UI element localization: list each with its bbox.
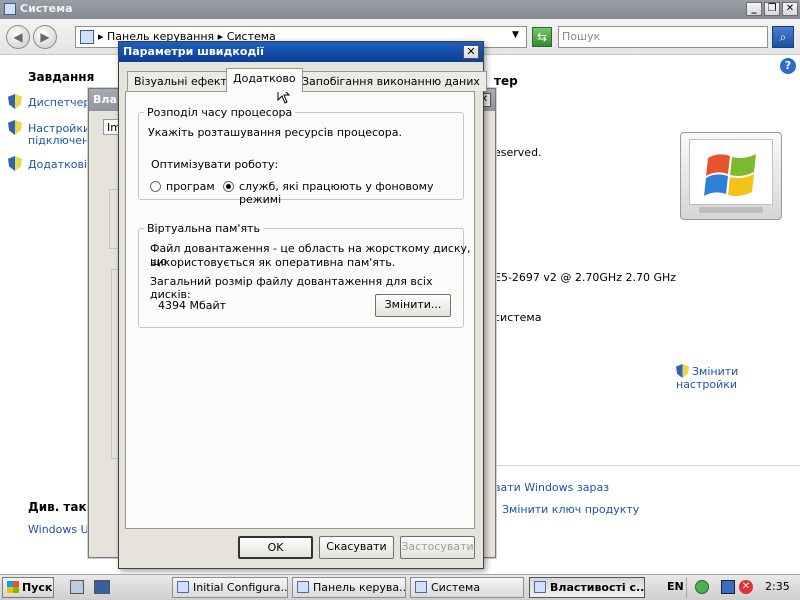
services-radio-label[interactable]: служб, які працюють у фоновому режимі: [239, 180, 474, 206]
copyright-text: eserved.: [494, 146, 542, 159]
vm-total-value: 4394 Мбайт: [158, 299, 227, 312]
server-manager-icon[interactable]: [70, 580, 84, 594]
system-type: система: [494, 311, 542, 324]
task-remote-settings[interactable]: Настройки в: [8, 120, 100, 135]
task-advanced-settings[interactable]: Додаткові н: [8, 156, 98, 171]
forward-button[interactable]: ▶: [33, 25, 57, 49]
change-settings-link[interactable]: Змінити настройки: [676, 364, 800, 391]
minimize-button[interactable]: _: [746, 2, 762, 16]
windows-logo-icon: [7, 581, 19, 593]
search-input[interactable]: Пошук: [558, 26, 768, 48]
tab-dep[interactable]: Запобігання виконанню даних: [295, 71, 487, 91]
taskbar-item-system-properties[interactable]: Властивості с...: [529, 577, 645, 598]
search-button[interactable]: ⌕: [772, 26, 794, 48]
back-dialog-title: Вла: [93, 93, 117, 106]
tasks-heading: Завдання: [28, 70, 95, 84]
cpu-description: Укажіть розташування ресурсів процесора.: [148, 126, 402, 139]
ok-button[interactable]: OK: [238, 536, 313, 559]
window-titlebar: Система _ ❐ ✕: [0, 0, 800, 19]
tab-advanced[interactable]: Додатково: [226, 68, 303, 92]
services-radio[interactable]: [223, 181, 234, 192]
tab-visual-effects[interactable]: Візуальні ефекти: [127, 71, 242, 91]
window-icon: [297, 581, 309, 593]
breadcrumb-sep-icon: ▸: [98, 30, 104, 43]
programs-radio[interactable]: [150, 181, 161, 192]
window-icon: [534, 581, 546, 593]
optimize-label: Оптимізувати роботу:: [151, 158, 279, 171]
taskbar-item-system[interactable]: Система: [410, 577, 524, 598]
change-product-key-link[interactable]: Змінити ключ продукту: [494, 503, 639, 516]
window-icon: [415, 581, 427, 593]
maximize-button[interactable]: ❐: [764, 2, 780, 16]
taskbar-item-control-panel[interactable]: Панель керува...: [292, 577, 406, 598]
dialog-close-button[interactable]: ✕: [463, 45, 479, 59]
processor-info: E5-2697 v2 @ 2.70GHz 2.70 GHz: [494, 271, 677, 284]
dropdown-arrow-icon[interactable]: ▼: [512, 30, 519, 40]
window-title: Система: [20, 2, 73, 15]
computer-icon: [80, 30, 94, 44]
help-icon[interactable]: ?: [780, 58, 796, 74]
volume-muted-icon[interactable]: ✕: [739, 580, 753, 594]
performance-options-dialog: Параметри швидкодії ✕ Візуальні ефекти Д…: [118, 41, 487, 569]
taskbar-item-initial-configuration[interactable]: Initial Configura...: [172, 577, 288, 598]
system-tray: EN ✕ 2:35: [667, 577, 798, 598]
system-icon: [4, 3, 16, 15]
cpu-scheduling-label: Розподіл часу процесора: [144, 106, 296, 119]
shield-icon: [8, 94, 22, 109]
network-icon[interactable]: [721, 580, 735, 594]
refresh-button[interactable]: ⇆: [532, 27, 552, 47]
virtual-memory-label: Віртуальна пам'ять: [144, 222, 263, 235]
programs-radio-label[interactable]: програм: [166, 180, 215, 193]
section-header: тер: [494, 74, 518, 88]
change-pagefile-button[interactable]: Змінити...: [375, 294, 451, 317]
language-indicator[interactable]: EN: [667, 580, 684, 593]
clock[interactable]: 2:35: [765, 580, 790, 593]
back-button[interactable]: ◀: [6, 25, 30, 49]
security-icon[interactable]: [695, 580, 709, 594]
taskbar: Пуск Initial Configura... Панель керува.…: [0, 574, 800, 600]
shield-icon: [676, 364, 689, 378]
windows-logo-monitor: [680, 132, 782, 220]
tab-panel-advanced: Розподіл часу процесора Укажіть розташув…: [125, 91, 475, 529]
apply-button[interactable]: Застосувати: [400, 536, 475, 559]
window-icon: [177, 581, 189, 593]
windows-flag-icon: [704, 154, 756, 196]
dialog-title: Параметри швидкодії: [119, 42, 483, 62]
cancel-button[interactable]: Скасувати: [319, 536, 394, 559]
shield-icon: [8, 156, 22, 171]
close-button[interactable]: ✕: [782, 2, 798, 16]
divider: [494, 465, 800, 466]
shield-icon: [8, 120, 22, 135]
show-desktop-icon[interactable]: [94, 580, 110, 594]
activate-windows-link[interactable]: вати Windows зараз: [494, 481, 609, 494]
start-button[interactable]: Пуск: [2, 577, 54, 598]
vm-description-line2: використовується як оперативна пам'ять.: [150, 256, 396, 269]
